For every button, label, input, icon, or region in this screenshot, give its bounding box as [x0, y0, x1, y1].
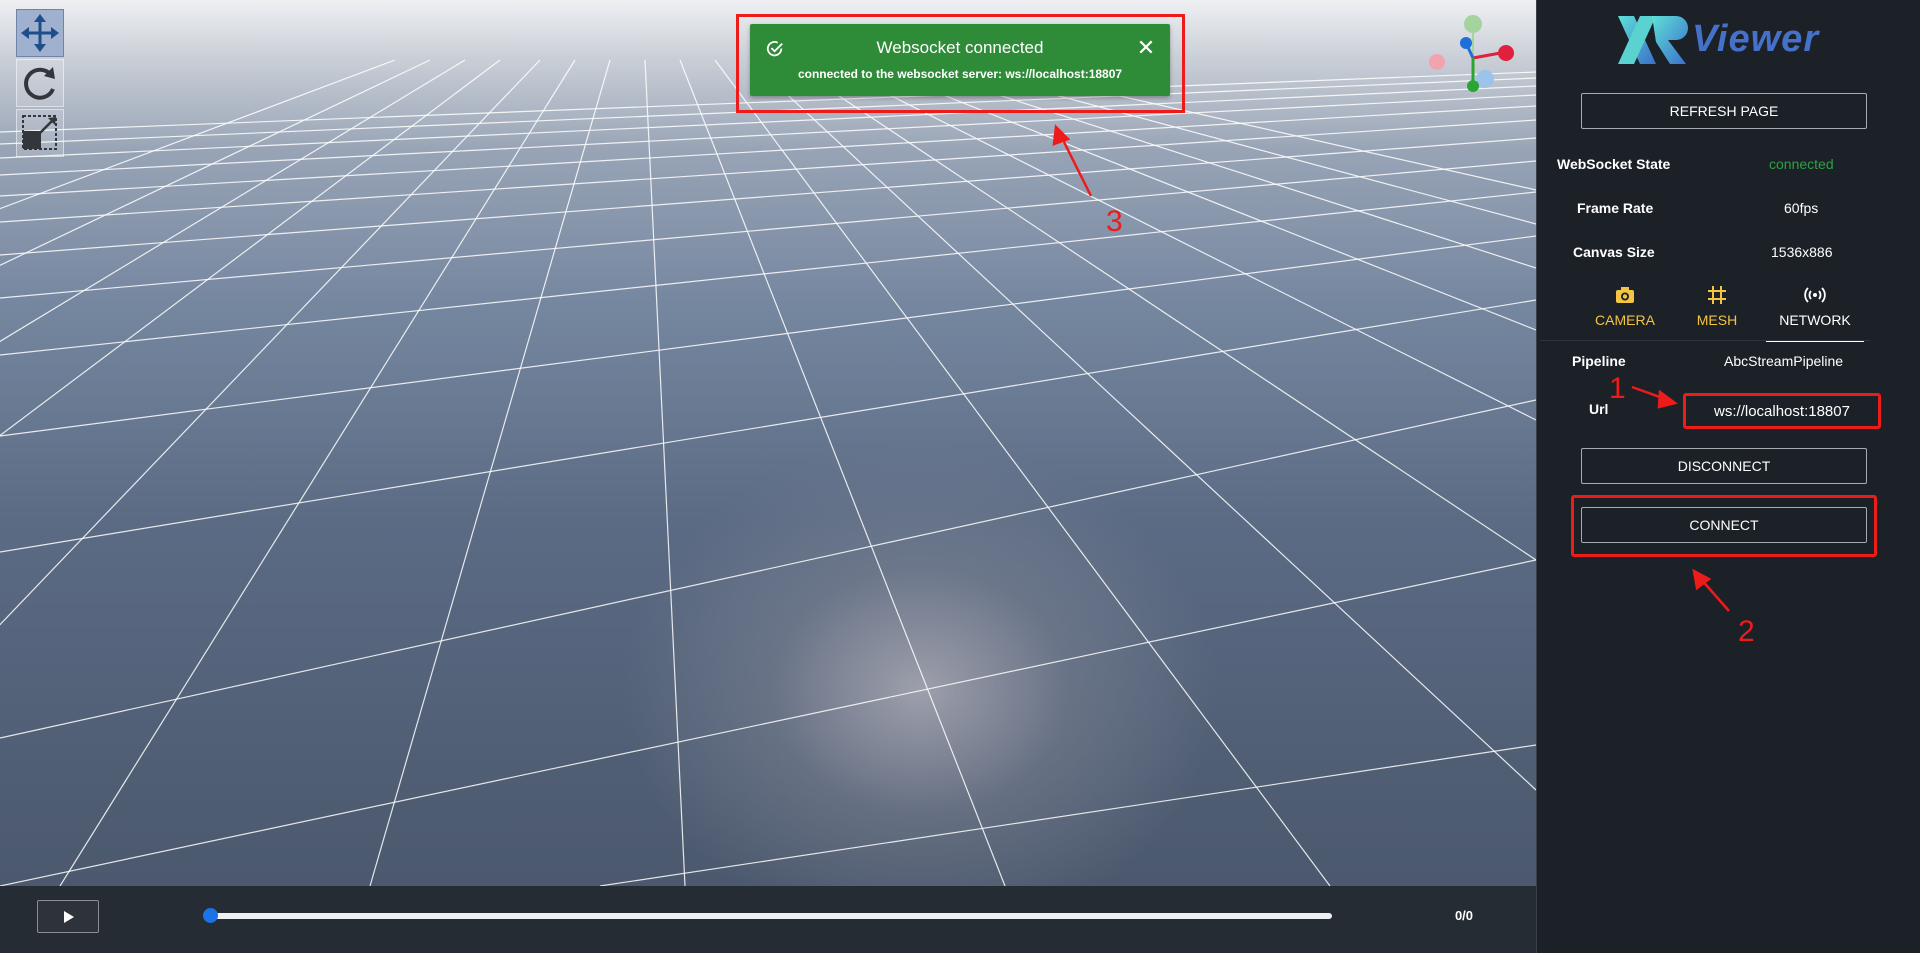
broadcast-icon — [1804, 287, 1826, 303]
ground-grid — [0, 59, 1536, 886]
toast-message: connected to the websocket server: ws://… — [797, 67, 1123, 81]
annotation-3: 3 — [1106, 205, 1123, 238]
toast-title: Websocket connected — [876, 38, 1044, 57]
frame-rate-label: Frame Rate — [1577, 200, 1654, 216]
rotate-icon — [24, 67, 55, 100]
frame-rate-value: 60fps — [1784, 200, 1819, 216]
canvas-size-label: Canvas Size — [1573, 244, 1655, 260]
rotate-tool-button[interactable] — [16, 59, 64, 107]
3d-viewport[interactable] — [0, 0, 1536, 886]
refresh-page-button[interactable]: REFRESH PAGE — [1581, 93, 1867, 129]
tab-divider — [1540, 340, 1870, 341]
camera-icon — [1616, 287, 1634, 303]
playback-bar — [0, 886, 1536, 953]
move-tool-button[interactable] — [16, 9, 64, 57]
tab-network[interactable]: NETWORK — [1766, 278, 1864, 342]
websocket-state-value: connected — [1769, 156, 1834, 172]
xr-logo-mark — [1618, 16, 1688, 64]
url-label: Url — [1589, 401, 1609, 417]
canvas-size-value: 1536x886 — [1771, 244, 1833, 260]
close-icon[interactable]: ✕ — [1136, 37, 1156, 59]
tab-network-label: NETWORK — [1779, 312, 1851, 328]
pipeline-label: Pipeline — [1572, 353, 1626, 369]
play-icon — [64, 910, 74, 923]
tab-camera[interactable]: CAMERA — [1576, 278, 1674, 340]
tab-mesh-label: MESH — [1696, 312, 1738, 328]
annotation-2: 2 — [1738, 615, 1755, 648]
play-button[interactable] — [37, 900, 99, 933]
tab-camera-label: CAMERA — [1595, 312, 1655, 328]
pipeline-value: AbcStreamPipeline — [1724, 353, 1844, 369]
url-input[interactable]: ws://localhost:18807 — [1683, 393, 1881, 429]
scale-tool-button[interactable] — [16, 109, 64, 157]
timeline-thumb[interactable] — [203, 908, 218, 923]
move-arrows-icon — [21, 14, 59, 52]
frame-counter: 0/0 — [1454, 908, 1474, 923]
connect-button[interactable]: CONNECT — [1581, 507, 1867, 543]
grid-icon — [1708, 286, 1726, 304]
disconnect-button[interactable]: DISCONNECT — [1581, 448, 1867, 484]
annotation-1: 1 — [1609, 372, 1626, 405]
scale-icon — [22, 115, 57, 150]
logo-text: Viewer — [1692, 18, 1820, 60]
axis-gizmo[interactable] — [1420, 10, 1520, 100]
websocket-toast: Websocket connected connected to the web… — [750, 24, 1170, 96]
websocket-state-label: WebSocket State — [1557, 156, 1671, 172]
timeline-track[interactable] — [210, 913, 1332, 919]
tab-mesh[interactable]: MESH — [1668, 278, 1766, 340]
